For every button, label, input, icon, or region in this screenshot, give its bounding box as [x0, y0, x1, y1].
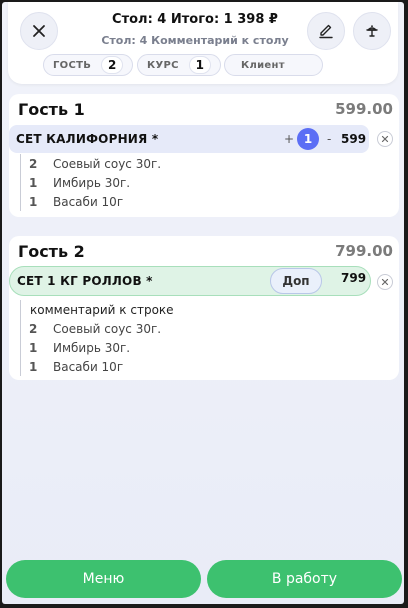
remove-item-button[interactable]: [377, 274, 393, 290]
service-bell-icon: [366, 25, 378, 37]
client-selector[interactable]: Клиент: [224, 54, 323, 76]
modifier-qty: 2: [29, 321, 38, 336]
close-icon: [381, 278, 389, 286]
item-name: СЕТ 1 КГ РОЛЛОВ *: [17, 274, 153, 288]
modifier-item: 1 Васаби 10г: [21, 192, 161, 211]
item-name: СЕТ КАЛИФОРНИЯ *: [16, 132, 159, 146]
modifier-item: 2 Соевый соус 30г.: [21, 319, 174, 338]
guest-selector-label: ГОСТЬ: [53, 59, 92, 71]
course-selector[interactable]: КУРС 1: [137, 54, 221, 76]
edit-button[interactable]: [307, 12, 345, 50]
send-to-work-button[interactable]: В работу: [207, 560, 402, 598]
order-screen: Стол: 4 Итого: 1 398 ₽ Стол: 4 Комментар…: [2, 2, 404, 604]
order-header: Стол: 4 Итого: 1 398 ₽ Стол: 4 Комментар…: [8, 2, 398, 84]
modifier-name: Васаби 10г: [53, 359, 124, 374]
modifier-item: 1 Имбирь 30г.: [21, 173, 161, 192]
order-item-row[interactable]: СЕТ КАЛИФОРНИЯ * + 1 - 599: [9, 125, 369, 153]
modifier-name: Имбирь 30г.: [53, 340, 131, 355]
close-icon: [33, 25, 45, 37]
decrease-button[interactable]: -: [327, 132, 331, 146]
guest-name[interactable]: Гость 2: [18, 242, 85, 261]
increase-button[interactable]: +: [284, 132, 294, 146]
guest-selector[interactable]: ГОСТЬ 2: [43, 54, 133, 76]
modifier-qty: 1: [29, 340, 38, 355]
item-comment[interactable]: комментарий к строке: [21, 300, 174, 319]
modifier-name: Соевый соус 30г.: [53, 321, 162, 336]
modifier-item: 2 Соевый соус 30г.: [21, 154, 161, 173]
modifier-list: 2 Соевый соус 30г. 1 Имбирь 30г. 1 Васаб…: [20, 154, 161, 211]
modifier-qty: 1: [29, 175, 38, 190]
service-bell-button[interactable]: [353, 12, 391, 50]
modifier-name: Васаби 10г: [53, 194, 124, 209]
modifier-name: Имбирь 30г.: [53, 175, 131, 190]
close-button[interactable]: [20, 12, 58, 50]
modifier-list: комментарий к строке 2 Соевый соус 30г. …: [20, 300, 174, 376]
remove-item-button[interactable]: [377, 131, 393, 147]
guest-total: 599.00: [335, 100, 393, 118]
table-comment[interactable]: Стол: 4 Комментарий к столу: [70, 34, 320, 47]
modifier-qty: 2: [29, 156, 38, 171]
close-icon: [381, 135, 389, 143]
item-price: 599: [341, 132, 367, 146]
item-count-badge: 1: [297, 128, 319, 150]
pencil-icon: [319, 24, 333, 39]
modifier-qty: 1: [29, 194, 38, 209]
course-selector-value: 1: [188, 56, 211, 74]
item-comment-text: комментарий к строке: [30, 302, 174, 317]
order-item-row[interactable]: СЕТ 1 КГ РОЛЛОВ * Доп 799: [9, 266, 371, 296]
guest-selector-value: 2: [101, 56, 124, 74]
client-selector-label: Клиент: [241, 59, 285, 71]
guest-card-1: Гость 1 599.00 СЕТ КАЛИФОРНИЯ * + 1 - 59…: [9, 94, 399, 217]
guest-name[interactable]: Гость 1: [18, 100, 85, 119]
item-price: 799: [341, 271, 367, 285]
modifier-name: Соевый соус 30г.: [53, 156, 162, 171]
guest-total: 799.00: [335, 242, 393, 260]
modifier-qty: 1: [29, 359, 38, 374]
course-selector-label: КУРС: [147, 59, 179, 71]
menu-button[interactable]: Меню: [6, 560, 201, 598]
extra-button[interactable]: Доп: [270, 268, 322, 294]
modifier-item: 1 Васаби 10г: [21, 357, 174, 376]
order-title: Стол: 4 Итого: 1 398 ₽: [112, 12, 278, 27]
guest-card-2: Гость 2 799.00 СЕТ 1 КГ РОЛЛОВ * Доп 799…: [9, 236, 399, 380]
modifier-item: 1 Имбирь 30г.: [21, 338, 174, 357]
